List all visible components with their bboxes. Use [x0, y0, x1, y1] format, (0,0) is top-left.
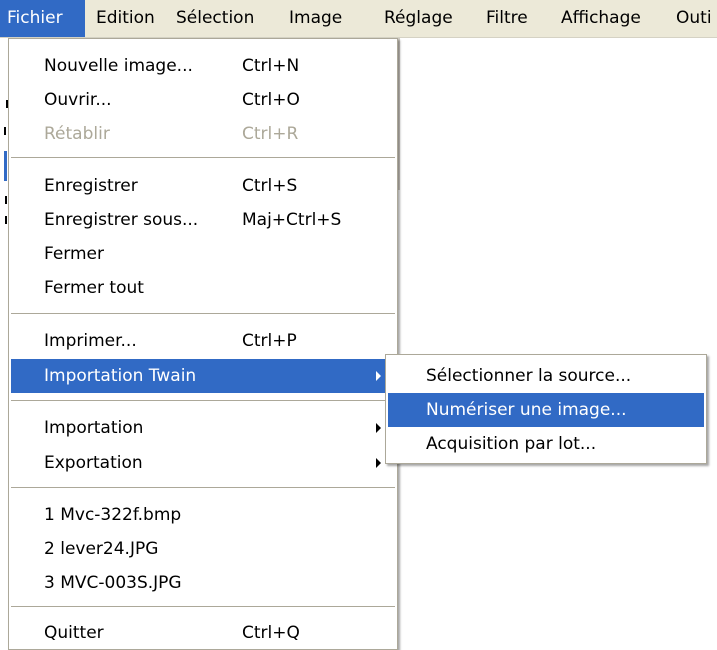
submenu-arrow-icon: [376, 371, 381, 381]
menu-item-shortcut: Ctrl+S: [242, 176, 298, 196]
menu-item-nouvelle-image[interactable]: Nouvelle image... Ctrl+N: [11, 49, 395, 83]
menu-item-label: Fermer: [44, 244, 105, 264]
menu-fichier[interactable]: Fichier: [0, 0, 85, 37]
fichier-dropdown-menu: Nouvelle image... Ctrl+N Ouvrir... Ctrl+…: [8, 38, 398, 650]
menu-item-enregistrer-sous[interactable]: Enregistrer sous... Maj+Ctrl+S: [11, 203, 395, 237]
background-edge-mark: [4, 151, 7, 181]
menu-item-label: Imprimer...: [44, 331, 137, 351]
menu-separator: [11, 606, 395, 608]
menu-item-enregistrer[interactable]: Enregistrer Ctrl+S: [11, 169, 395, 203]
menu-item-recent-file-2[interactable]: 2 lever24.JPG: [11, 532, 395, 566]
menu-item-shortcut: Maj+Ctrl+S: [242, 210, 342, 230]
menu-item-label: Exportation: [44, 453, 143, 473]
menu-item-fermer-tout[interactable]: Fermer tout: [11, 271, 395, 305]
menu-separator: [11, 157, 395, 159]
menu-item-importation[interactable]: Importation: [11, 411, 395, 445]
menu-item-importation-twain[interactable]: Importation Twain: [11, 359, 395, 393]
menu-item-fermer[interactable]: Fermer: [11, 237, 395, 271]
menu-item-label: Rétablir: [44, 124, 110, 144]
menu-item-shortcut: Ctrl+R: [242, 124, 299, 144]
menu-item-label: Importation: [44, 418, 144, 438]
submenu-arrow-icon: [376, 423, 381, 433]
menu-item-label: Fermer tout: [44, 278, 144, 298]
menu-item-shortcut: Ctrl+P: [242, 331, 297, 351]
menu-separator: [11, 400, 395, 402]
menu-item-label: 1 Mvc-322f.bmp: [44, 505, 182, 525]
menu-bar: Fichier Edition Sélection Image Réglage …: [0, 0, 717, 38]
menu-item-exportation[interactable]: Exportation: [11, 446, 395, 480]
menu-item-recent-file-1[interactable]: 1 Mvc-322f.bmp: [11, 498, 395, 532]
background-edge-mark: [5, 196, 7, 204]
menu-item-shortcut: Ctrl+Q: [242, 623, 300, 643]
menu-item-shortcut: Ctrl+N: [242, 56, 300, 76]
menu-item-imprimer[interactable]: Imprimer... Ctrl+P: [11, 324, 395, 358]
menu-separator: [11, 313, 395, 315]
menu-outils[interactable]: Outi: [676, 0, 712, 37]
menu-item-label: Sélectionner la source...: [426, 366, 632, 386]
menu-item-retablir: Rétablir Ctrl+R: [11, 117, 395, 151]
menu-reglage[interactable]: Réglage: [384, 0, 453, 37]
menu-item-label: 2 lever24.JPG: [44, 539, 159, 559]
menu-item-label: Enregistrer sous...: [44, 210, 199, 230]
menu-item-label: Ouvrir...: [44, 90, 112, 110]
menu-item-ouvrir[interactable]: Ouvrir... Ctrl+O: [11, 83, 395, 117]
menu-item-quitter[interactable]: Quitter Ctrl+Q: [11, 616, 395, 650]
importation-twain-submenu: Sélectionner la source... Numériser une …: [385, 354, 707, 464]
menu-image[interactable]: Image: [289, 0, 342, 37]
submenu-item-selectionner-source[interactable]: Sélectionner la source...: [388, 359, 704, 393]
menu-separator: [11, 487, 395, 489]
menu-item-label: Quitter: [44, 623, 104, 643]
menu-filtre[interactable]: Filtre: [486, 0, 528, 37]
menu-edition[interactable]: Edition: [96, 0, 155, 37]
menu-item-recent-file-3[interactable]: 3 MVC-003S.JPG: [11, 566, 395, 600]
menu-item-label: Nouvelle image...: [44, 56, 193, 76]
menu-affichage[interactable]: Affichage: [561, 0, 641, 37]
menu-item-label: Acquisition par lot...: [426, 434, 597, 454]
background-edge-mark: [4, 127, 6, 135]
background-edge-mark: [5, 216, 7, 224]
submenu-item-numeriser-image[interactable]: Numériser une image...: [388, 393, 704, 427]
menu-item-label: Importation Twain: [44, 366, 197, 386]
submenu-item-acquisition-par-lot[interactable]: Acquisition par lot...: [388, 427, 704, 461]
menu-item-label: Numériser une image...: [426, 400, 627, 420]
menu-item-label: Enregistrer: [44, 176, 138, 196]
menu-selection[interactable]: Sélection: [176, 0, 254, 37]
menu-item-shortcut: Ctrl+O: [242, 90, 300, 110]
background-window-edge: [398, 38, 400, 190]
submenu-arrow-icon: [376, 458, 381, 468]
menu-item-label: 3 MVC-003S.JPG: [44, 573, 182, 593]
